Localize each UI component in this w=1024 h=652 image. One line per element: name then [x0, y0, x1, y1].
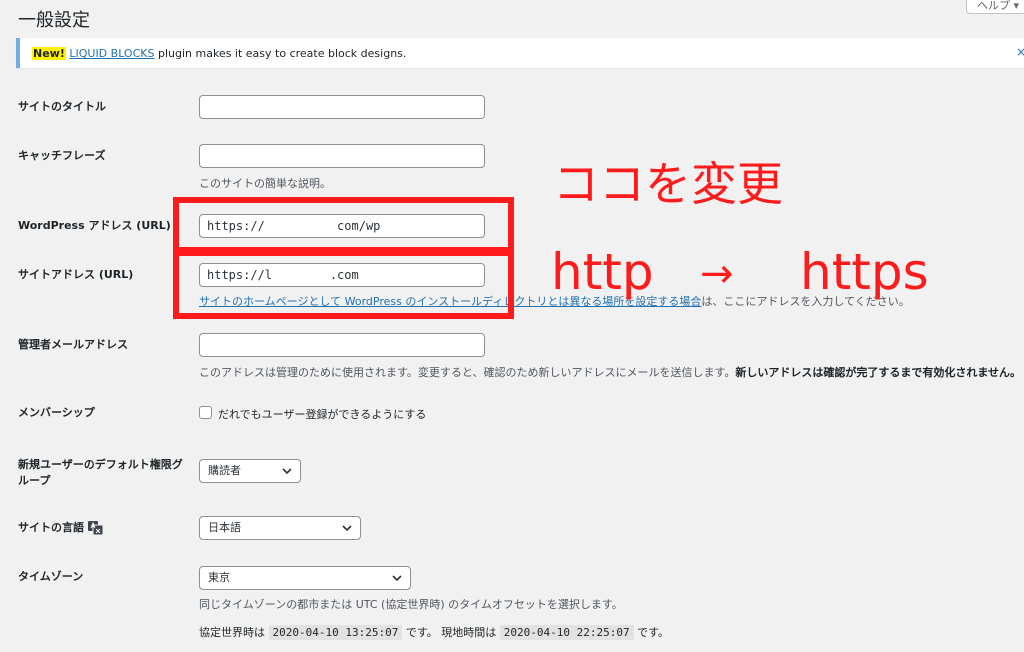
admin-email-description: このアドレスは管理のために使用されます。変更すると、確認のため新しいアドレスにメ…	[199, 364, 1021, 380]
utc-time: 2020-04-10 13:25:07	[268, 625, 403, 640]
annotation-change-here: ココを変更	[553, 157, 783, 211]
annotation-box-site-address	[173, 250, 514, 319]
liquid-blocks-link[interactable]: LIQUID BLOCKS	[69, 47, 154, 60]
default-role-value: 購読者	[208, 464, 241, 477]
time-info: 協定世界時は 2020-04-10 13:25:07 です。 現地時間は 202…	[199, 624, 669, 640]
annotation-box-wp-address	[173, 197, 514, 253]
utc-suffix: です。	[405, 626, 438, 639]
tagline-label: キャッチフレーズ	[18, 149, 106, 162]
site-language-label: サイトの言語	[18, 519, 103, 537]
admin-email-input[interactable]	[199, 333, 485, 357]
new-badge: New!	[32, 47, 66, 60]
admin-email-help-text: このアドレスは管理のために使用されます。変更すると、確認のため新しいアドレスにメ…	[199, 366, 736, 379]
notice-text: plugin makes it easy to create block des…	[154, 47, 407, 60]
site-title-label: サイトのタイトル	[18, 100, 106, 113]
timezone-description: 同じタイムゾーンの都市または UTC (協定世界時) のタイムオフセットを選択し…	[199, 598, 623, 611]
notice-message: New! LIQUID BLOCKS plugin makes it easy …	[32, 47, 406, 60]
local-label: 現地時間は	[441, 626, 497, 639]
annotation-http: http	[551, 243, 654, 301]
site-language-value: 日本語	[208, 521, 241, 534]
local-suffix: です。	[637, 626, 669, 639]
chevron-down-icon	[392, 575, 402, 582]
membership-label: メンバーシップ	[18, 406, 95, 419]
wp-address-label: WordPress アドレス (URL)	[18, 219, 171, 232]
utc-label: 協定世界時は	[199, 626, 265, 639]
default-role-select[interactable]: 購読者	[199, 459, 301, 483]
admin-email-help-bold: 新しいアドレスは確認が完了するまで有効化されません。	[735, 366, 1022, 379]
page-title: 一般設定	[18, 10, 90, 31]
tagline-input[interactable]	[199, 144, 485, 168]
chevron-down-icon	[342, 525, 352, 532]
annotation-https: https	[800, 243, 929, 301]
timezone-value: 東京	[208, 571, 230, 584]
membership-checkbox-label[interactable]: だれでもユーザー登録ができるようにする	[218, 406, 426, 422]
local-time: 2020-04-10 22:25:07	[499, 625, 634, 640]
plugin-notice: New! LIQUID BLOCKS plugin makes it easy …	[16, 38, 1024, 68]
site-title-input[interactable]	[199, 95, 485, 119]
chevron-down-icon	[282, 468, 292, 475]
translation-icon	[88, 521, 103, 535]
annotation-arrow: →	[700, 251, 734, 297]
membership-checkbox[interactable]	[199, 406, 212, 419]
timezone-label: タイムゾーン	[18, 570, 84, 583]
timezone-select[interactable]: 東京	[199, 566, 411, 590]
site-language-select[interactable]: 日本語	[199, 516, 361, 540]
help-tab[interactable]: ヘルプ ▾	[966, 0, 1024, 14]
dismiss-icon[interactable]: ×	[1016, 45, 1024, 59]
default-role-label-line2: ループ	[18, 474, 51, 487]
admin-email-label: 管理者メールアドレス	[18, 338, 128, 351]
site-address-label: サイトアドレス (URL)	[18, 268, 134, 281]
tagline-description: このサイトの簡単な説明。	[199, 177, 331, 190]
